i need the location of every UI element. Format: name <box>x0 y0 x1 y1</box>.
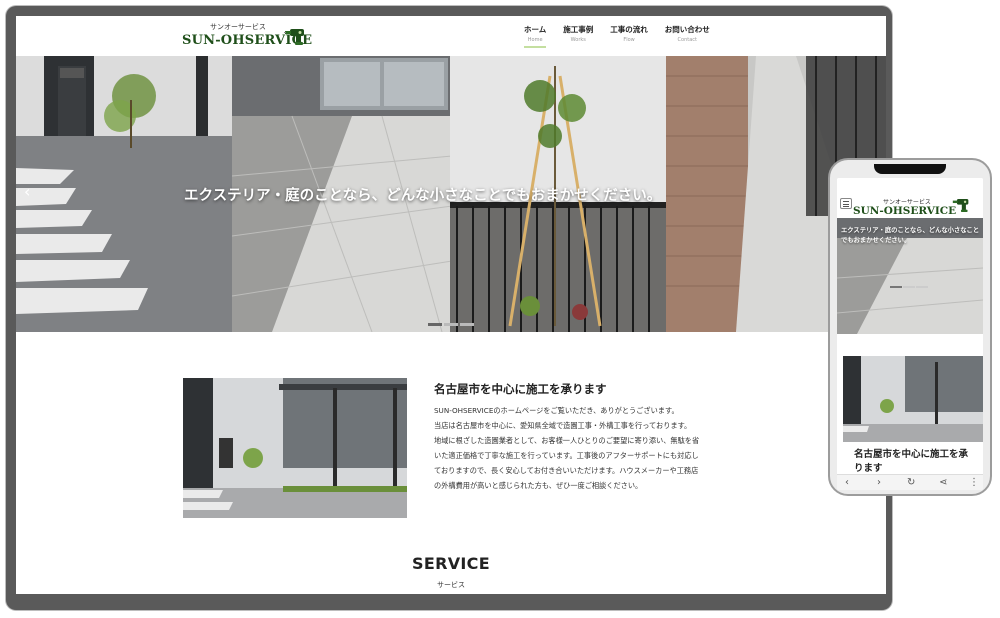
logo-title[interactable]: SUN-OHSERVICE <box>853 205 956 217</box>
nav-sublabel: Home <box>527 37 543 43</box>
hamburger-menu-icon[interactable] <box>840 198 852 209</box>
logo-subtitle: サンオーサービス <box>210 23 266 31</box>
slider-dots <box>428 323 474 326</box>
nav-item-home[interactable]: ホーム Home <box>524 24 547 48</box>
slider-dot[interactable] <box>460 323 474 326</box>
phone-about-title: 名古屋市を中心に施工を承ります <box>854 449 969 474</box>
site-logo[interactable]: サンオーサービス SUN-OHSERVICE <box>182 22 322 52</box>
phone-screen: サンオーサービス SUN-OHSERVICE エクステリア・庭のことなら、どんな… <box>837 178 983 490</box>
about-text: SUN-OHSERVICEのホームページをご覧いただき、ありがとうございます。 … <box>434 403 700 493</box>
slider-dot[interactable] <box>903 286 915 288</box>
slider-prev-button[interactable]: ‹ <box>24 182 30 201</box>
site-header: サンオーサービス SUN-OHSERVICE ホーム Home 施工事例 Wor… <box>16 16 886 56</box>
nav-label: お問い合わせ <box>664 25 710 34</box>
service-heading: SERVICE <box>412 554 490 573</box>
about-photo-carport <box>183 378 407 518</box>
nav-label: 施工事例 <box>563 25 594 34</box>
phone-browser-toolbar: ‹ › ↻ ⋖ ⋮ <box>837 474 983 490</box>
slider-dot[interactable] <box>890 286 902 288</box>
hero-caption: エクステリア・庭のことなら、どんな小さなことでもおまかせください。 <box>184 188 662 204</box>
about-paragraph: SUN-OHSERVICEのホームページをご覧いただき、ありがとうございます。 <box>434 406 679 415</box>
share-icon[interactable]: ⋖ <box>939 477 947 489</box>
phone-about-photo <box>843 356 983 442</box>
phone-slider-dots <box>890 286 928 288</box>
nav-label: 工事の流れ <box>610 25 648 34</box>
nav-item-flow[interactable]: 工事の流れ Flow <box>610 24 648 48</box>
reload-icon[interactable]: ↻ <box>907 477 915 489</box>
nav-sublabel: Works <box>570 37 586 43</box>
phone-header: サンオーサービス SUN-OHSERVICE <box>837 178 983 218</box>
desktop-frame: サンオーサービス SUN-OHSERVICE ホーム Home 施工事例 Wor… <box>6 6 892 610</box>
drill-icon <box>952 198 969 213</box>
slider-dot[interactable] <box>428 323 442 326</box>
hero-slider: ‹ エクステリア・庭のことなら、どんな小さなことでもおまかせください。 <box>16 56 886 332</box>
more-icon[interactable]: ⋮ <box>969 477 979 489</box>
desktop-screen: サンオーサービス SUN-OHSERVICE ホーム Home 施工事例 Wor… <box>16 16 886 594</box>
nav-sublabel: Contact <box>677 37 697 43</box>
main-nav: ホーム Home 施工事例 Works 工事の流れ Flow お問い合わせ Co… <box>524 24 710 48</box>
nav-sublabel: Flow <box>623 37 635 43</box>
about-paragraph: 地域に根ざした造園業者として、お客様一人ひとりのご要望に寄り添い、無駄を省いた適… <box>434 436 700 490</box>
nav-item-works[interactable]: 施工事例 Works <box>563 24 593 48</box>
phone-frame: サンオーサービス SUN-OHSERVICE エクステリア・庭のことなら、どんな… <box>828 158 992 496</box>
slider-dot[interactable] <box>444 323 458 326</box>
back-button[interactable]: ‹ <box>845 477 849 489</box>
phone-notch <box>874 164 946 174</box>
about-title: 名古屋市を中心に施工を承ります <box>434 382 607 396</box>
nav-label: ホーム <box>524 25 547 34</box>
phone-hero-caption: エクステリア・庭のことなら、どんな小さなことでもおまかせください。 <box>841 227 980 244</box>
about-paragraph: 当店は名古屋市を中心に、愛知県全域で造園工事・外構工事を行っております。 <box>434 421 692 430</box>
nav-item-contact[interactable]: お問い合わせ Contact <box>665 24 710 48</box>
slider-dot[interactable] <box>916 286 928 288</box>
forward-button[interactable]: › <box>877 477 881 489</box>
service-subheading: サービス <box>437 581 465 589</box>
drill-icon <box>284 29 304 45</box>
